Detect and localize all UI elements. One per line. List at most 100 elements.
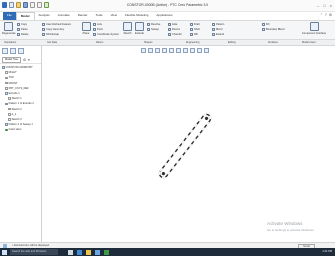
- ribbon: Regenerate Copy Paste Delete User-Define…: [0, 20, 335, 40]
- system-tray-clock[interactable]: 4:42 PM: [322, 249, 332, 255]
- hole-button[interactable]: Hole: [168, 23, 177, 26]
- pattern-icon: [5, 102, 8, 106]
- windows-taskbar: Search the web and Windows 4:42 PM: [0, 248, 335, 256]
- panel-toolbar: [0, 46, 41, 56]
- creo-taskbar-icon[interactable]: [104, 249, 109, 255]
- copy-icon: [17, 23, 20, 26]
- delete-button[interactable]: Delete: [17, 33, 29, 36]
- taskbar-search[interactable]: Search the web and Windows: [10, 249, 58, 255]
- mirror-button[interactable]: Mirror: [212, 28, 223, 31]
- title-bar: CONSTOR-0000B (Active) - PTC Creo Parame…: [0, 0, 335, 12]
- tree-node-insert-here[interactable]: Insert Here: [2, 127, 39, 132]
- gear-icon[interactable]: ⚙: [329, 13, 332, 17]
- group-label-surfaces[interactable]: Surfaces: [268, 41, 278, 44]
- tab-tools[interactable]: Tools: [92, 12, 107, 20]
- extend-button[interactable]: Extend: [212, 33, 224, 36]
- pattern-button[interactable]: Pattern: [212, 23, 224, 26]
- chamfer-button[interactable]: Chamfer: [168, 33, 182, 36]
- group-label-get-data[interactable]: Get Data: [47, 41, 57, 44]
- windows-start-icon[interactable]: [2, 249, 7, 255]
- plane-label[interactable]: Plane: [80, 32, 92, 35]
- edge-icon[interactable]: [77, 249, 82, 255]
- engineering-group-b: Draft Shell Rib: [190, 22, 210, 40]
- udf-icon: [42, 23, 45, 26]
- sketch-icon: [8, 97, 11, 101]
- tab-file[interactable]: File: [3, 12, 16, 20]
- group-label-datum[interactable]: Datum: [96, 41, 103, 44]
- store-icon[interactable]: [95, 249, 100, 255]
- point-button[interactable]: Point: [93, 28, 103, 31]
- component-interface-label[interactable]: Component Interface: [296, 32, 332, 35]
- csys-button[interactable]: Coordinate System: [93, 33, 119, 36]
- settings-icon[interactable]: ⚙: [23, 58, 26, 62]
- datum-plane-icon: [5, 81, 8, 85]
- explorer-icon[interactable]: [86, 249, 91, 255]
- revolve-button[interactable]: Revolve: [147, 23, 160, 26]
- tab-flexible-modeling[interactable]: Flexible Modeling: [121, 12, 152, 20]
- link-body-outline[interactable]: [158, 113, 212, 179]
- component-interface-icon[interactable]: [309, 22, 319, 31]
- draft-button[interactable]: Draft: [190, 23, 200, 26]
- help-tools: ⌃ ? ⚙: [320, 13, 332, 17]
- boundary-blend-icon: [262, 28, 265, 31]
- shell-button[interactable]: Shell: [190, 28, 200, 31]
- shell-icon: [190, 28, 193, 31]
- graphics-area[interactable]: Activate Windows Go to Settings to activ…: [42, 46, 335, 242]
- axis-button[interactable]: Axis: [93, 23, 102, 26]
- hole-icon: [168, 23, 171, 26]
- group-label-operations[interactable]: Operations: [4, 41, 16, 44]
- group-label-shapes[interactable]: Shapes: [144, 41, 152, 44]
- group-label-engineering[interactable]: Engineering: [186, 41, 199, 44]
- part-icon: [2, 66, 5, 69]
- link-model[interactable]: [158, 113, 212, 179]
- model-tree: CONSTOR-0000B.PRT RIGHT TOP FRONT PRT_CS…: [0, 64, 41, 133]
- model-tree-tab-icon[interactable]: [2, 48, 8, 54]
- minimize-button[interactable]: –: [317, 3, 319, 8]
- taskbar-apps: [68, 249, 109, 255]
- sketch-icon: [8, 107, 11, 111]
- udf-button[interactable]: User-Defined Feature: [42, 23, 71, 26]
- show-dropdown[interactable]: Model Tree: [2, 56, 21, 63]
- mirror-icon: [212, 28, 215, 31]
- rib-button[interactable]: Rib: [190, 33, 198, 36]
- group-label-editing[interactable]: Editing: [228, 41, 236, 44]
- regenerate-label[interactable]: Regenerate: [2, 32, 16, 35]
- model-viewport[interactable]: [42, 46, 335, 242]
- task-view-icon[interactable]: [68, 249, 73, 255]
- plane-icon[interactable]: [81, 22, 91, 31]
- tab-model[interactable]: Model: [15, 12, 35, 20]
- group-label-model-intent[interactable]: Model Intent: [302, 41, 316, 44]
- tab-annotate[interactable]: Annotate: [54, 12, 74, 20]
- extrude-label[interactable]: Extrude: [134, 32, 145, 35]
- round-button[interactable]: Round: [168, 28, 180, 31]
- sketch-icon[interactable]: [123, 22, 132, 31]
- maximize-button[interactable]: □: [323, 3, 325, 8]
- boundary-blend-button[interactable]: Boundary Blend: [262, 28, 284, 31]
- tab-view[interactable]: View: [107, 12, 121, 20]
- copy-button[interactable]: Copy: [17, 23, 27, 26]
- extrude-icon[interactable]: [135, 22, 144, 31]
- regenerate-icon[interactable]: [3, 22, 13, 31]
- csys-icon: [5, 87, 8, 90]
- editing-group: Pattern Mirror Extend: [212, 22, 234, 40]
- datum-group: Axis Point Coordinate System: [93, 22, 123, 40]
- close-button[interactable]: ×: [330, 3, 332, 8]
- draft-icon: [190, 23, 193, 26]
- sketch-label[interactable]: Sketch: [122, 32, 133, 35]
- folder-browser-icon[interactable]: [10, 48, 16, 54]
- csys-icon: [93, 33, 96, 36]
- copy-geometry-button[interactable]: Copy Geometry: [42, 28, 64, 31]
- sweep-button[interactable]: Sweep: [147, 28, 159, 31]
- filter-icon[interactable]: ▾: [28, 58, 30, 62]
- tab-render[interactable]: Render: [74, 12, 92, 20]
- favorites-icon[interactable]: [18, 48, 24, 54]
- tab-analysis[interactable]: Analysis: [35, 12, 54, 20]
- collapse-ribbon-icon[interactable]: ⌃: [320, 13, 323, 17]
- fill-button[interactable]: Fill: [262, 23, 269, 26]
- shrinkwrap-button[interactable]: Shrinkwrap: [42, 33, 59, 36]
- tab-applications[interactable]: Applications: [152, 12, 176, 20]
- sketch-group: Sketch: [122, 22, 133, 40]
- help-icon[interactable]: ?: [325, 13, 327, 17]
- delete-icon: [17, 33, 20, 36]
- paste-button[interactable]: Paste: [17, 28, 28, 31]
